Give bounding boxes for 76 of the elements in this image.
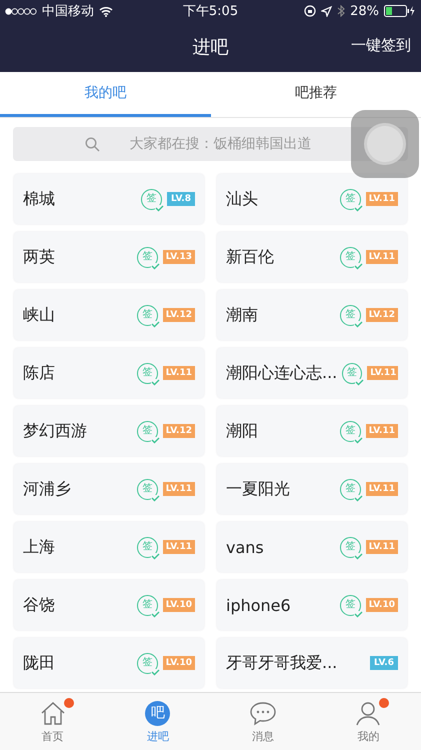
forum-card[interactable]: 河浦乡 签 LV.11 xyxy=(14,464,204,514)
forum-card[interactable]: 棉城 签 LV.8 xyxy=(14,174,204,224)
forum-name: 潮阳心连心志... xyxy=(226,362,338,384)
forum-name: 牙哥牙哥我爱... xyxy=(226,652,338,674)
forum-card[interactable]: 潮阳心连心志... 签 LV.11 xyxy=(217,348,407,398)
forum-name: 潮阳 xyxy=(226,420,259,442)
forum-name: 河浦乡 xyxy=(23,478,72,500)
search-icon xyxy=(85,137,100,152)
forum-name: 梦幻西游 xyxy=(23,420,88,442)
tab-bar-item[interactable]: 吧 进吧 xyxy=(105,693,210,750)
forum-card[interactable]: 牙哥牙哥我爱... LV.6 xyxy=(217,638,407,688)
forum-name: 新百伦 xyxy=(226,246,275,268)
level-tag: LV.11 xyxy=(162,482,195,496)
level-tag: LV.10 xyxy=(162,598,195,612)
forum-name: 汕头 xyxy=(226,188,259,210)
forum-card[interactable]: 峡山 签 LV.12 xyxy=(14,290,204,340)
forum-name: 两英 xyxy=(23,246,56,268)
forum-name: 陇田 xyxy=(23,652,56,674)
carrier-name: 中国移动 xyxy=(42,3,94,20)
status-time: 下午5:05 xyxy=(182,3,238,20)
tab-bar-item[interactable]: 我的 xyxy=(316,693,421,750)
forum-name: iphone6 xyxy=(226,596,292,614)
level-tag: LV.11 xyxy=(366,250,398,264)
level-tag: LV.6 xyxy=(370,656,398,670)
search-field[interactable]: 大家都在搜：饭桶细韩国出道 xyxy=(13,127,408,161)
forum-card[interactable]: 陈店 签 LV.11 xyxy=(14,348,204,398)
level-tag: LV.11 xyxy=(366,540,398,554)
location-icon xyxy=(321,6,332,16)
forum-card[interactable]: 一夏阳光 签 LV.11 xyxy=(217,464,407,514)
forum-name: 谷饶 xyxy=(23,594,56,616)
forum-card[interactable]: 陇田 签 LV.10 xyxy=(14,638,204,688)
page-title: 进吧 xyxy=(192,36,228,59)
bluetooth-icon xyxy=(337,5,346,17)
level-tag: LV.12 xyxy=(162,308,195,322)
tab-bar-item[interactable]: 首页 xyxy=(0,693,106,750)
level-tag: LV.12 xyxy=(162,424,195,438)
level-tag: LV.10 xyxy=(366,598,398,612)
battery-charging-icon xyxy=(384,5,416,17)
level-tag: LV.10 xyxy=(162,656,195,670)
forum-card[interactable]: 潮南 签 LV.12 xyxy=(217,290,407,340)
level-tag: LV.11 xyxy=(366,482,398,496)
forum-card[interactable]: 汕头 签 LV.11 xyxy=(217,174,407,224)
signal-icon xyxy=(5,8,37,14)
level-tag: LV.11 xyxy=(162,540,195,554)
forum-name: 上海 xyxy=(23,536,56,558)
level-tag: LV.11 xyxy=(366,424,398,438)
wifi-icon xyxy=(99,6,113,16)
assistive-touch-button[interactable] xyxy=(351,110,419,178)
forum-name: 一夏阳光 xyxy=(226,478,291,500)
forum-card[interactable]: vans 签 LV.11 xyxy=(217,522,407,572)
forum-name: vans xyxy=(226,538,265,556)
forum-name: 潮南 xyxy=(226,304,259,326)
forum-card[interactable]: 梦幻西游 签 LV.12 xyxy=(14,406,204,456)
level-tag: LV.11 xyxy=(367,366,398,380)
level-tag: LV.8 xyxy=(167,192,195,206)
forum-card[interactable]: 潮阳 签 LV.11 xyxy=(217,406,407,456)
sign-all-button[interactable]: 一键签到 xyxy=(351,36,411,55)
forum-card[interactable]: 两英 签 LV.13 xyxy=(14,232,204,282)
forum-card[interactable]: 谷饶 签 LV.10 xyxy=(14,580,204,630)
level-tag: LV.13 xyxy=(162,250,195,264)
battery-percent: 28% xyxy=(350,4,379,18)
level-tag: LV.11 xyxy=(162,366,195,380)
forum-card[interactable]: 上海 签 LV.11 xyxy=(14,522,204,572)
forum-name: 峡山 xyxy=(23,304,56,326)
forum-name: 陈店 xyxy=(23,362,56,384)
rotation-lock-icon xyxy=(304,5,316,17)
level-tag: LV.12 xyxy=(366,308,398,322)
forum-name: 棉城 xyxy=(23,188,56,210)
tab-bar-item[interactable]: 消息 xyxy=(210,693,316,750)
house-icon xyxy=(40,701,66,725)
level-tag: LV.11 xyxy=(366,192,398,206)
chat-bubble-icon xyxy=(249,700,278,726)
forum-glyph-icon: 吧 xyxy=(145,700,170,726)
forum-card[interactable]: iphone6 签 LV.10 xyxy=(217,580,407,630)
forum-card[interactable]: 新百伦 签 LV.11 xyxy=(217,232,407,282)
person-icon xyxy=(355,700,382,726)
